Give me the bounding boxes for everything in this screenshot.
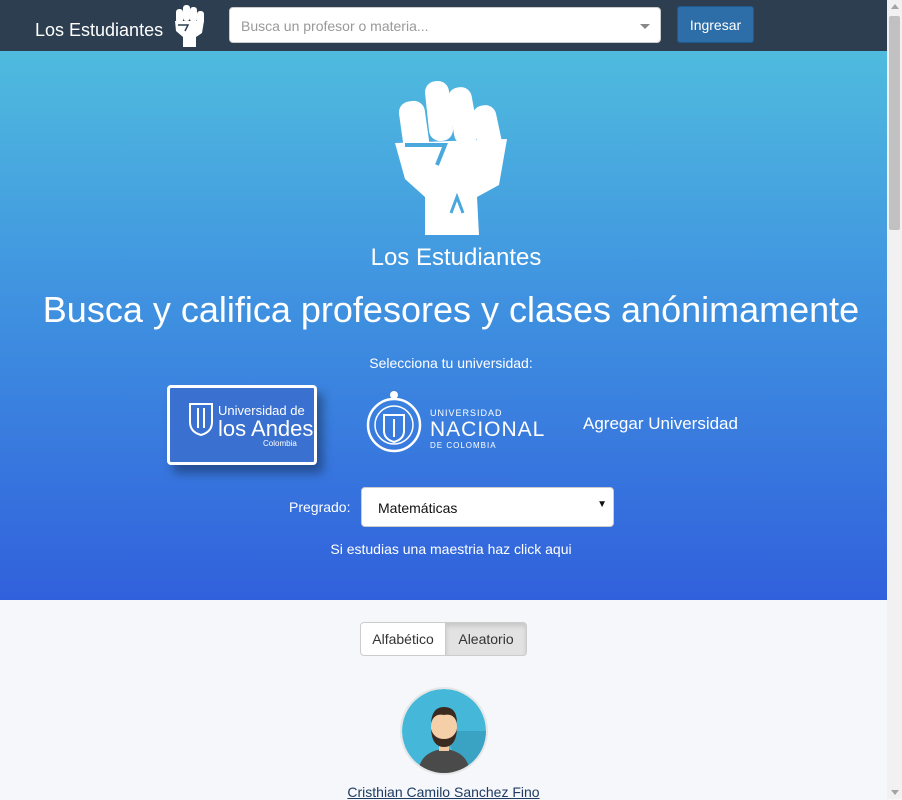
andes-line3: Colombia	[263, 439, 297, 448]
nacional-line1: UNIVERSIDAD	[430, 408, 503, 418]
nacional-seal-icon	[366, 391, 422, 453]
hero-headline: Busca y califica profesores y clases anó…	[42, 289, 860, 330]
professor-avatar[interactable]	[400, 687, 488, 775]
pregrado-select[interactable]: Matemáticas ▼	[361, 487, 614, 527]
sort-alphabetical-button[interactable]: Alfabético	[360, 622, 446, 656]
select-university-prompt: Selecciona tu universidad:	[369, 355, 533, 371]
sort-toggle: Alfabético Aleatorio	[360, 622, 527, 656]
login-button[interactable]: Ingresar	[677, 6, 754, 43]
fist-hero-icon	[391, 73, 511, 240]
sort-random-button[interactable]: Aleatorio	[446, 622, 527, 656]
university-nacional-option[interactable]: UNIVERSIDAD NACIONAL DE COLOMBIA	[366, 389, 544, 463]
fist-logo-icon[interactable]	[172, 3, 206, 53]
andes-seal-icon	[186, 402, 216, 441]
scroll-down-icon[interactable]	[891, 790, 899, 795]
person-avatar-icon	[402, 689, 486, 773]
search-placeholder: Busca un profesor o materia...	[241, 18, 429, 34]
maestria-link[interactable]: Si estudias una maestria haz click aqui	[0, 541, 902, 557]
dropdown-arrow-icon: ▼	[597, 499, 607, 510]
professor-name-link[interactable]: Cristhian Camilo Sanchez Fino	[0, 784, 887, 800]
top-navbar: Los Estudiantes Busca un profesor o mate…	[0, 0, 887, 51]
university-andes-option[interactable]: Universidad de los Andes Colombia	[167, 385, 317, 465]
vertical-scrollbar[interactable]	[887, 0, 902, 799]
search-input[interactable]: Busca un profesor o materia...	[229, 7, 661, 43]
nacional-line2: NACIONAL	[430, 418, 546, 441]
hero-section: Los Estudiantes Busca y califica profeso…	[0, 51, 887, 600]
add-university-link[interactable]: Agregar Universidad	[583, 414, 738, 434]
pregrado-selected-value: Matemáticas	[378, 500, 458, 516]
scroll-thumb[interactable]	[889, 16, 900, 230]
chevron-down-icon[interactable]	[640, 24, 650, 29]
scroll-up-icon[interactable]	[891, 4, 899, 9]
brand-name[interactable]: Los Estudiantes	[35, 20, 163, 41]
pregrado-label: Pregrado:	[289, 499, 351, 515]
hero-title: Los Estudiantes	[370, 244, 542, 271]
nacional-line3: DE COLOMBIA	[430, 441, 497, 450]
